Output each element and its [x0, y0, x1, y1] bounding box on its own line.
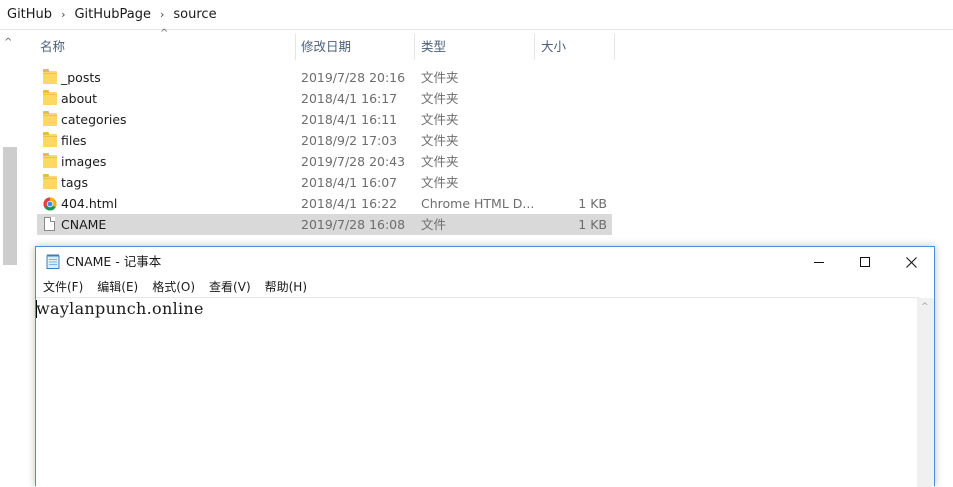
close-button[interactable]	[888, 247, 934, 277]
file-name: about	[61, 91, 98, 106]
minimize-button[interactable]	[796, 247, 842, 277]
file-row[interactable]: about 2018/4/1 16:17 文件夹	[37, 88, 612, 109]
notepad-window[interactable]: CNAME - 记事本 文件(F) 编辑(E) 格式(O) 查看(V) 帮助(H…	[35, 246, 935, 487]
menu-edit[interactable]: 编辑(E)	[97, 277, 138, 297]
chevron-right-icon[interactable]: ›	[61, 8, 65, 21]
scrollbar-thumb[interactable]	[3, 147, 17, 265]
column-divider[interactable]	[614, 34, 615, 60]
menu-view[interactable]: 查看(V)	[209, 277, 251, 297]
menu-file[interactable]: 文件(F)	[43, 277, 83, 297]
file-date: 2019/7/28 16:08	[301, 217, 406, 232]
column-header-type[interactable]: 类型	[421, 32, 446, 62]
notepad-title: CNAME - 记事本	[66, 254, 162, 269]
file-type: 文件夹	[421, 154, 459, 169]
file-icon	[43, 217, 57, 231]
file-type: 文件夹	[421, 70, 459, 85]
nav-pane-scrollbar[interactable]: ^	[0, 32, 19, 476]
file-name: CNAME	[61, 217, 107, 232]
file-size: 1 KB	[578, 217, 607, 232]
column-header-date[interactable]: 修改日期	[301, 32, 351, 62]
minimize-icon	[814, 262, 824, 263]
notepad-scrollbar[interactable]: ^	[917, 298, 934, 487]
breadcrumb-source[interactable]: source	[173, 7, 216, 22]
file-date: 2019/7/28 20:43	[301, 154, 406, 169]
file-type: 文件夹	[421, 133, 459, 148]
menu-help[interactable]: 帮助(H)	[265, 277, 307, 297]
file-name: files	[61, 133, 87, 148]
column-divider[interactable]	[534, 34, 535, 60]
folder-icon	[43, 111, 57, 126]
file-row[interactable]: images 2019/7/28 20:43 文件夹	[37, 151, 612, 172]
file-name: tags	[61, 175, 89, 190]
file-date: 2018/4/1 16:11	[301, 112, 398, 127]
file-size: 1 KB	[578, 196, 607, 211]
maximize-icon	[860, 257, 870, 267]
file-row[interactable]: files 2018/9/2 17:03 文件夹	[37, 130, 612, 151]
file-date: 2019/7/28 20:16	[301, 70, 406, 85]
file-row-selected[interactable]: CNAME 2019/7/28 16:08 文件 1 KB	[37, 214, 612, 235]
column-header-name[interactable]: 名称	[40, 32, 65, 62]
column-header-size[interactable]: 大小	[541, 32, 566, 62]
file-date: 2018/9/2 17:03	[301, 133, 398, 148]
notepad-icon	[46, 254, 60, 269]
file-type: Chrome HTML D...	[421, 196, 535, 211]
file-name: images	[61, 154, 107, 169]
file-date: 2018/4/1 16:07	[301, 175, 398, 190]
folder-icon	[43, 90, 57, 105]
column-divider[interactable]	[414, 34, 415, 60]
address-bar[interactable]: GitHub › GitHubPage › source	[0, 0, 953, 30]
file-row[interactable]: _posts 2019/7/28 20:16 文件夹	[37, 67, 612, 88]
sort-ascending-icon: ^	[160, 28, 169, 39]
notepad-menu-bar: 文件(F) 编辑(E) 格式(O) 查看(V) 帮助(H)	[36, 277, 934, 297]
file-list: _posts 2019/7/28 20:16 文件夹 about 2018/4/…	[37, 67, 612, 235]
notepad-content: waylanpunch.online	[36, 299, 204, 318]
file-row[interactable]: tags 2018/4/1 16:07 文件夹	[37, 172, 612, 193]
notepad-text-area[interactable]: waylanpunch.online	[36, 297, 919, 487]
notepad-title-bar[interactable]: CNAME - 记事本	[36, 247, 934, 277]
file-date: 2018/4/1 16:17	[301, 91, 398, 106]
chevron-right-icon[interactable]: ›	[160, 8, 164, 21]
file-name: 404.html	[61, 196, 118, 211]
breadcrumb-github[interactable]: GitHub	[7, 7, 52, 22]
folder-icon	[43, 69, 57, 84]
menu-format[interactable]: 格式(O)	[152, 277, 195, 297]
column-divider[interactable]	[295, 34, 296, 60]
column-headers: ^ 名称 修改日期 类型 大小	[30, 28, 620, 62]
close-icon	[905, 256, 917, 268]
scroll-up-icon[interactable]: ^	[4, 37, 12, 48]
file-row[interactable]: 404.html 2018/4/1 16:22 Chrome HTML D...…	[37, 193, 612, 214]
file-type: 文件	[421, 217, 447, 232]
folder-icon	[43, 132, 57, 147]
maximize-button[interactable]	[842, 247, 888, 277]
breadcrumb-githubpage[interactable]: GitHubPage	[74, 7, 151, 22]
file-row[interactable]: categories 2018/4/1 16:11 文件夹	[37, 109, 612, 130]
file-type: 文件夹	[421, 91, 459, 106]
file-name: _posts	[61, 70, 101, 85]
file-type: 文件夹	[421, 112, 459, 127]
file-name: categories	[61, 112, 127, 127]
folder-icon	[43, 153, 57, 168]
chrome-icon	[43, 196, 57, 211]
file-type: 文件夹	[421, 175, 459, 190]
scroll-up-icon[interactable]: ^	[921, 302, 929, 312]
folder-icon	[43, 174, 57, 189]
file-date: 2018/4/1 16:22	[301, 196, 398, 211]
